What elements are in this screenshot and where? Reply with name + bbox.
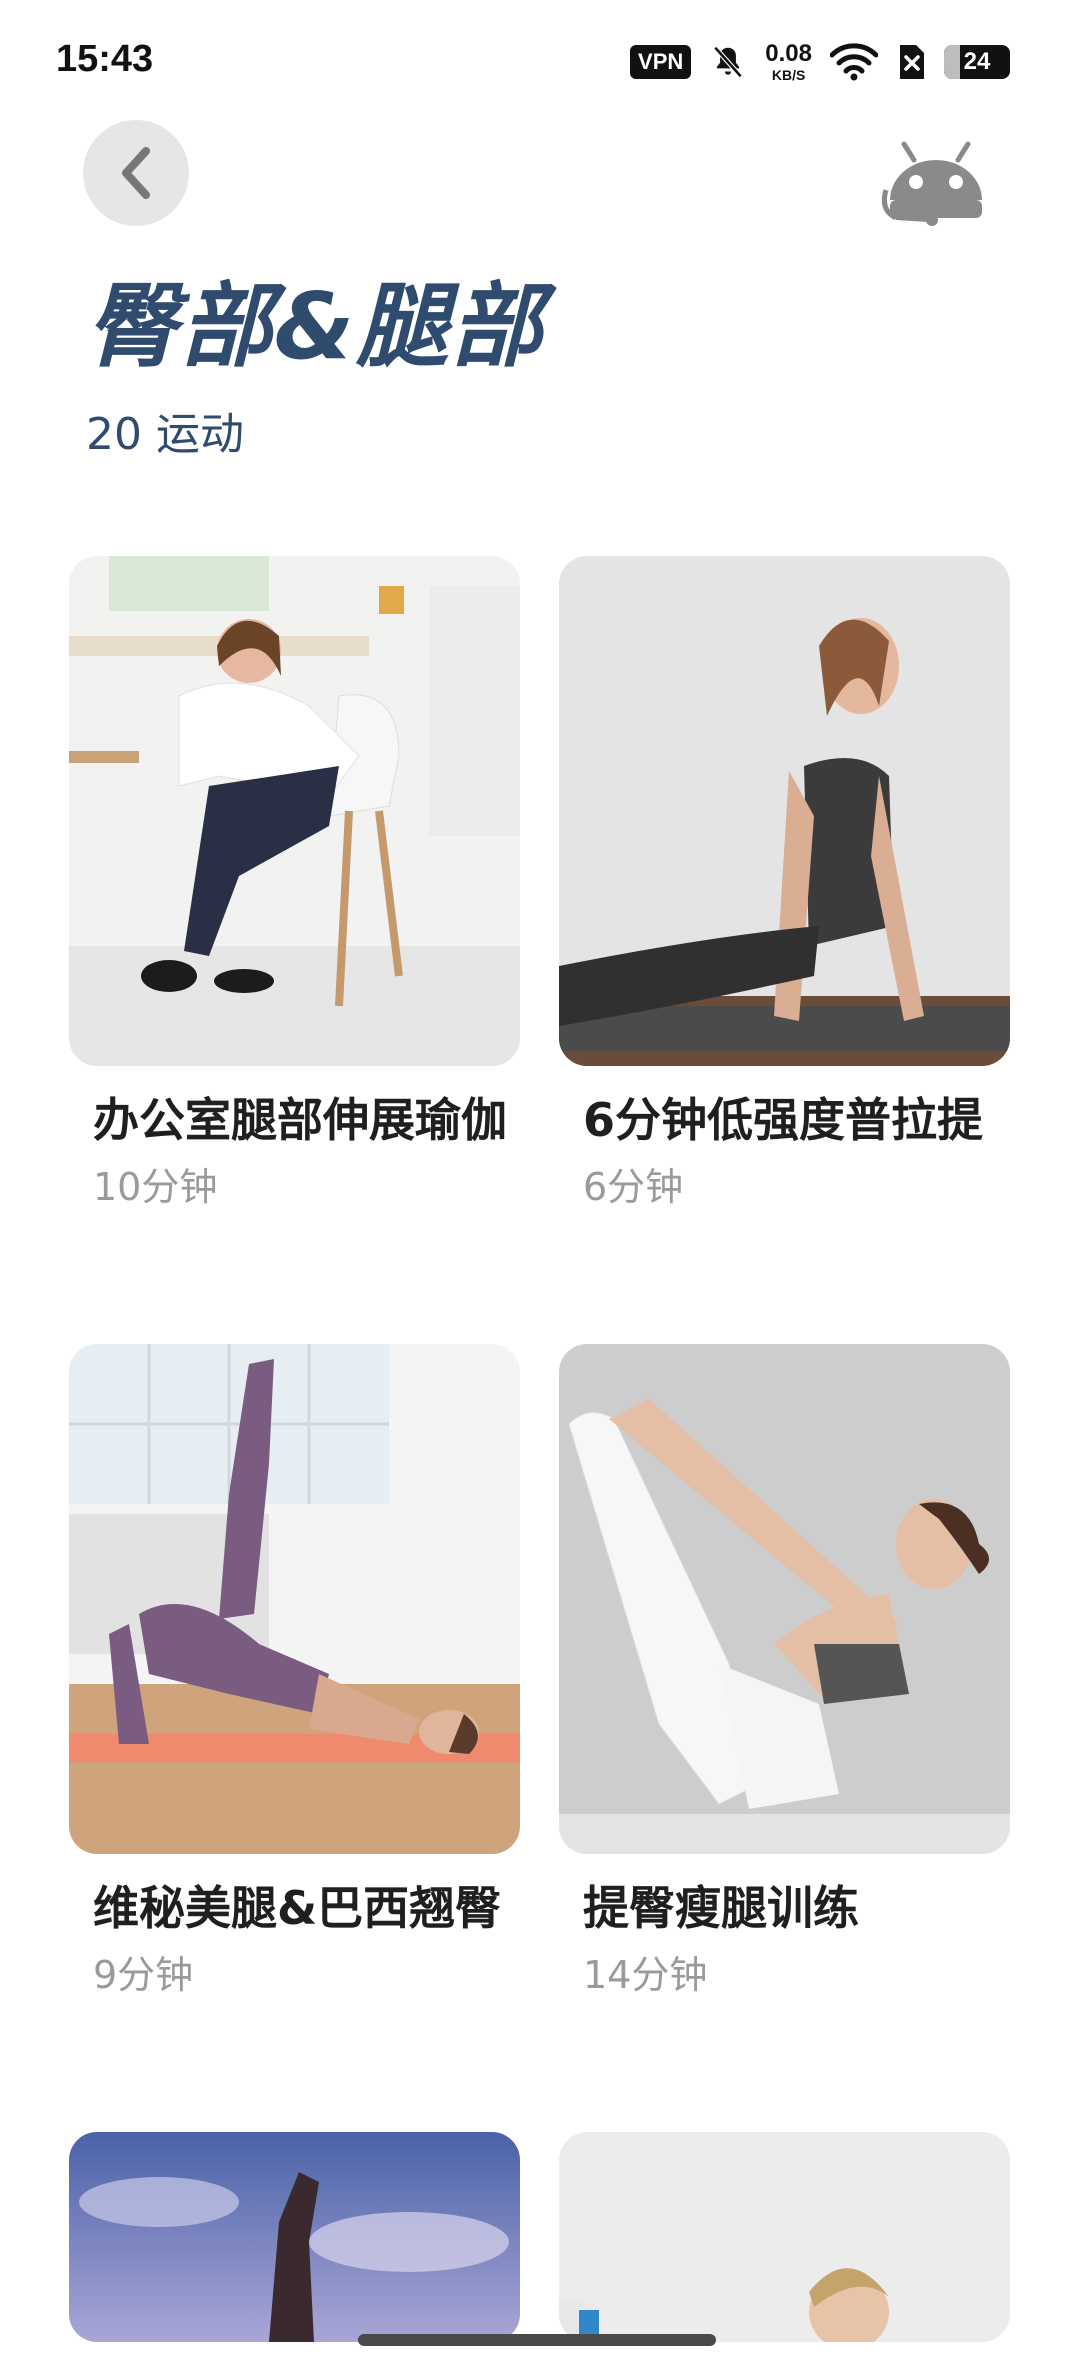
page-title: 臀部&腿部 bbox=[86, 273, 545, 380]
workout-card-hip-lift[interactable]: 提臀瘦腿训练 14分钟 bbox=[559, 1344, 1010, 1999]
workout-thumbnail[interactable] bbox=[559, 556, 1010, 1066]
workout-thumbnail[interactable] bbox=[559, 2132, 1010, 2342]
net-speed-unit: KB/S bbox=[771, 67, 806, 83]
workout-card-pilates[interactable]: 6分钟低强度普拉提 6分钟 bbox=[559, 556, 1010, 1211]
workout-title: 维秘美腿&巴西翘臀 bbox=[93, 1881, 502, 1935]
battery-percent: 24 bbox=[963, 48, 991, 75]
workout-duration: 10分钟 bbox=[93, 1165, 218, 1209]
workout-thumbnail[interactable] bbox=[559, 1344, 1010, 1854]
wifi-icon bbox=[830, 43, 878, 81]
battery-indicator: 24 bbox=[944, 45, 1010, 79]
net-speed: 0.08 KB/S bbox=[765, 40, 812, 83]
workout-duration: 6分钟 bbox=[583, 1165, 684, 1209]
workout-title: 办公室腿部伸展瑜伽 bbox=[93, 1093, 507, 1147]
workout-thumbnail[interactable] bbox=[69, 1344, 520, 1854]
workout-card-partial-right[interactable] bbox=[559, 2132, 1010, 2342]
vpn-badge: VPN bbox=[630, 45, 692, 79]
sim-blocked-icon bbox=[896, 43, 926, 81]
bell-muted-icon bbox=[709, 43, 747, 81]
workout-title: 提臀瘦腿训练 bbox=[583, 1881, 859, 1935]
workout-duration: 14分钟 bbox=[583, 1953, 708, 1997]
workout-card-glutes[interactable]: 维秘美腿&巴西翘臀 9分钟 bbox=[69, 1344, 520, 1999]
net-speed-value: 0.08 bbox=[765, 40, 812, 67]
workout-thumbnail[interactable] bbox=[69, 2132, 520, 2342]
chevron-left-icon bbox=[122, 147, 150, 199]
workout-title: 6分钟低强度普拉提 bbox=[583, 1093, 984, 1147]
home-indicator[interactable] bbox=[358, 2334, 716, 2346]
status-time: 15:43 bbox=[56, 38, 154, 80]
workout-card-office-legs[interactable]: 办公室腿部伸展瑜伽 10分钟 bbox=[69, 556, 520, 1211]
exercise-count: 20 运动 bbox=[86, 409, 244, 460]
status-icons: VPN 0.08 KB/S 24 bbox=[630, 40, 1010, 84]
workout-thumbnail[interactable] bbox=[69, 556, 520, 1066]
robot-icon[interactable] bbox=[876, 140, 996, 230]
back-button[interactable] bbox=[83, 120, 189, 226]
workout-duration: 9分钟 bbox=[93, 1953, 194, 1997]
screen: 15:43 VPN 0.08 KB/S 24 臀部&腿部 20 运动 办公室腿部… bbox=[0, 0, 1080, 2376]
status-bar: 15:43 VPN 0.08 KB/S 24 bbox=[0, 0, 1080, 120]
workout-card-partial-left[interactable] bbox=[69, 2132, 520, 2342]
